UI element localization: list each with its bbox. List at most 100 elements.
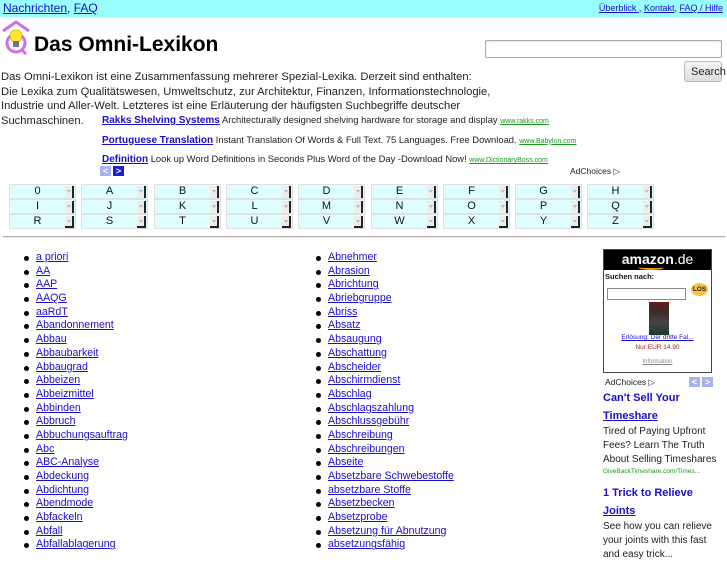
letter-select-p[interactable]: P	[515, 199, 582, 214]
ad-next-button[interactable]: >	[113, 166, 124, 176]
letter-select-h[interactable]: H	[587, 184, 654, 199]
term-link[interactable]: Abrichtung	[328, 278, 379, 290]
term-link[interactable]: Abandonnement	[36, 319, 114, 331]
term-link[interactable]: Abschlussgebühr	[328, 415, 409, 427]
dropdown-arrow-icon[interactable]	[210, 186, 219, 198]
term-link[interactable]: Abriebgruppe	[328, 292, 392, 304]
letter-select-q[interactable]: Q	[587, 199, 654, 214]
letter-select-w[interactable]: W	[371, 214, 438, 229]
term-link[interactable]: Abbaubarkeit	[36, 347, 98, 359]
letter-select-k[interactable]: K	[154, 199, 221, 214]
dropdown-arrow-icon[interactable]	[643, 216, 652, 228]
letter-select-t[interactable]: T	[154, 214, 221, 229]
letter-select-j[interactable]: J	[81, 199, 148, 214]
dropdown-arrow-icon[interactable]	[282, 186, 291, 198]
term-link[interactable]: Absetzung für Abnutzung	[328, 525, 446, 537]
link-faq-hilfe[interactable]: FAQ / Hilfe	[679, 3, 723, 13]
term-link[interactable]: Abriss	[328, 306, 357, 318]
adchoices-side-label[interactable]: AdChoices ▷	[605, 377, 655, 388]
term-link[interactable]: Absatz	[328, 319, 360, 331]
term-link[interactable]: Abbinden	[36, 402, 81, 414]
term-link[interactable]: a priori	[36, 251, 68, 263]
term-link[interactable]: aaRdT	[36, 306, 68, 318]
letter-select-b[interactable]: B	[154, 184, 221, 199]
side-ad-url-link[interactable]: GiveBackTimeshare.com/Times...	[603, 467, 723, 477]
term-link[interactable]: Abfackeln	[36, 511, 83, 523]
term-link[interactable]: Abnehmer	[328, 251, 377, 263]
link-ueberblick[interactable]: Überblick	[599, 3, 639, 13]
term-link[interactable]: Abfall	[36, 525, 63, 537]
letter-select-o[interactable]: O	[443, 199, 510, 214]
ad-url-link[interactable]: www.rakks.com	[500, 118, 549, 125]
letter-select-c[interactable]: C	[226, 184, 293, 199]
term-link[interactable]: Abseite	[328, 456, 363, 468]
dropdown-arrow-icon[interactable]	[65, 186, 74, 198]
ad-title-link[interactable]: Portuguese Translation	[102, 135, 213, 146]
term-link[interactable]: AAP	[36, 278, 57, 290]
letter-select-x[interactable]: X	[443, 214, 510, 229]
ad-prev-button[interactable]: <	[100, 166, 111, 176]
term-link[interactable]: Abrasion	[328, 265, 370, 277]
dropdown-arrow-icon[interactable]	[427, 216, 436, 228]
dropdown-arrow-icon[interactable]	[354, 186, 363, 198]
dropdown-arrow-icon[interactable]	[354, 216, 363, 228]
link-nachrichten[interactable]: Nachrichten	[3, 1, 67, 15]
term-link[interactable]: Abbruch	[36, 415, 75, 427]
search-button[interactable]: Search	[684, 61, 726, 82]
term-link[interactable]: Absetzprobe	[328, 511, 387, 523]
ad-title-link[interactable]: Definition	[102, 154, 148, 165]
side-ad-prev-button[interactable]: <	[689, 377, 700, 387]
ad-title-link[interactable]: Rakks Shelving Systems	[102, 115, 220, 126]
dropdown-arrow-icon[interactable]	[210, 201, 219, 213]
ad-url-link[interactable]: www.Babylon.com	[519, 138, 576, 145]
dropdown-arrow-icon[interactable]	[137, 186, 146, 198]
term-link[interactable]: Abbau	[36, 333, 67, 345]
letter-select-z[interactable]: Z	[587, 214, 654, 229]
dropdown-arrow-icon[interactable]	[427, 186, 436, 198]
search-input[interactable]	[485, 40, 722, 58]
term-link[interactable]: Abfallablagerung	[36, 538, 116, 550]
dropdown-arrow-icon[interactable]	[282, 201, 291, 213]
term-link[interactable]: AA	[36, 265, 50, 277]
letter-select-n[interactable]: N	[371, 199, 438, 214]
dropdown-arrow-icon[interactable]	[427, 201, 436, 213]
amazon-product-link[interactable]: Erlösung: Der dritte Fal...	[604, 334, 711, 341]
term-link[interactable]: Abbuchungsauftrag	[36, 429, 128, 441]
term-link[interactable]: absetzungsfähig	[328, 538, 405, 550]
dropdown-arrow-icon[interactable]	[499, 201, 508, 213]
dropdown-arrow-icon[interactable]	[571, 186, 580, 198]
letter-select-g[interactable]: G	[515, 184, 582, 199]
letter-select-u[interactable]: U	[226, 214, 293, 229]
term-link[interactable]: Absaugung	[328, 333, 382, 345]
ad-url-link[interactable]: www.DictionaryBoss.com	[469, 157, 548, 164]
letter-select-m[interactable]: M	[298, 199, 365, 214]
term-link[interactable]: Abschreibung	[328, 429, 393, 441]
letter-select-e[interactable]: E	[371, 184, 438, 199]
term-link[interactable]: Abbeizen	[36, 374, 80, 386]
dropdown-arrow-icon[interactable]	[499, 186, 508, 198]
dropdown-arrow-icon[interactable]	[210, 216, 219, 228]
amazon-logo[interactable]: amazon.de	[604, 250, 711, 270]
term-link[interactable]: absetzbare Stoffe	[328, 484, 411, 496]
book-cover-image[interactable]	[649, 302, 669, 335]
amazon-info-link[interactable]: Information	[604, 359, 711, 365]
letter-select-s[interactable]: S	[81, 214, 148, 229]
letter-select-0[interactable]: 0	[9, 184, 76, 199]
side-ad-title-link[interactable]: 1 Trick to Relieve Joints	[603, 486, 723, 517]
adchoices-label[interactable]: AdChoices ▷	[570, 166, 620, 177]
term-link[interactable]: Abbaugrad	[36, 361, 88, 373]
letter-select-v[interactable]: V	[298, 214, 365, 229]
term-link[interactable]: Abendmode	[36, 497, 93, 509]
side-ad-next-button[interactable]: >	[702, 377, 713, 387]
link-kontakt[interactable]: Kontakt	[644, 3, 675, 13]
letter-select-y[interactable]: Y	[515, 214, 582, 229]
term-link[interactable]: Absetzbare Schwebestoffe	[328, 470, 454, 482]
term-link[interactable]: Abbeizmittel	[36, 388, 94, 400]
term-link[interactable]: Abdichtung	[36, 484, 89, 496]
dropdown-arrow-icon[interactable]	[571, 216, 580, 228]
term-link[interactable]: Abc	[36, 443, 54, 455]
term-link[interactable]: Abschattung	[328, 347, 387, 359]
dropdown-arrow-icon[interactable]	[354, 201, 363, 213]
letter-select-a[interactable]: A	[81, 184, 148, 199]
dropdown-arrow-icon[interactable]	[137, 216, 146, 228]
